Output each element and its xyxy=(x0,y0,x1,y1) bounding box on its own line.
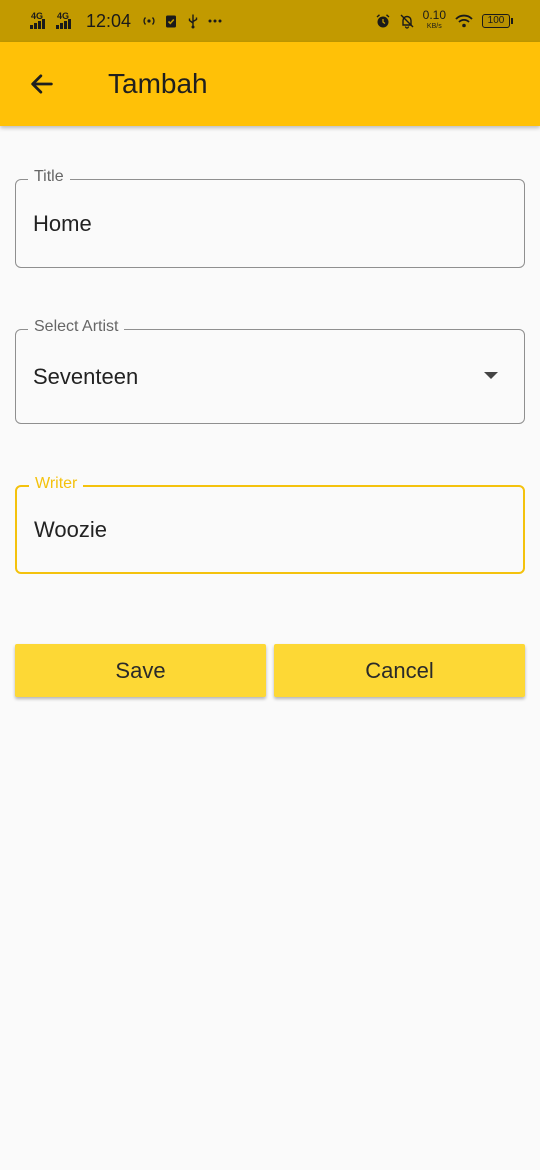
arrow-left-icon xyxy=(31,74,53,94)
battery-level: 100 xyxy=(487,15,505,26)
clipboard-check-icon xyxy=(166,15,177,28)
title-field[interactable]: Title xyxy=(15,168,525,268)
back-button[interactable] xyxy=(14,56,70,112)
network-speed-unit: KB/s xyxy=(426,23,442,30)
cancel-button[interactable]: Cancel xyxy=(274,644,525,697)
network-speed: 0.10 KB/s xyxy=(422,8,446,32)
app-bar: Tambah xyxy=(0,42,540,126)
status-bar: 4G 4G 12:04 0.10 KB/s 100 xyxy=(0,0,540,42)
status-bar-right: 0.10 KB/s 100 xyxy=(375,8,513,32)
wifi-icon xyxy=(455,14,473,28)
dropdown-caret-icon[interactable] xyxy=(484,372,498,379)
network-speed-value: 0.10 xyxy=(422,8,446,22)
alarm-icon xyxy=(376,14,390,28)
artist-select[interactable]: Select Artist Seventeen xyxy=(15,318,525,424)
more-notifications-icon xyxy=(208,19,222,23)
clock: 12:04 xyxy=(86,10,132,31)
usb-icon xyxy=(188,14,198,29)
cellular-signal-icon: 4G xyxy=(30,11,50,31)
status-bar-left: 4G 4G 12:04 xyxy=(30,11,223,32)
notifications-off-icon xyxy=(400,14,414,29)
title-input[interactable] xyxy=(33,180,493,267)
cellular-signal-icon-2: 4G xyxy=(56,11,76,31)
battery-icon: 100 xyxy=(482,14,513,28)
save-button[interactable]: Save xyxy=(15,644,266,697)
hotspot-icon xyxy=(143,17,155,25)
artist-select-value: Seventeen xyxy=(33,363,139,389)
writer-input[interactable] xyxy=(34,487,494,572)
writer-field[interactable]: Writer xyxy=(15,475,525,574)
page-title: Tambah xyxy=(108,68,208,99)
